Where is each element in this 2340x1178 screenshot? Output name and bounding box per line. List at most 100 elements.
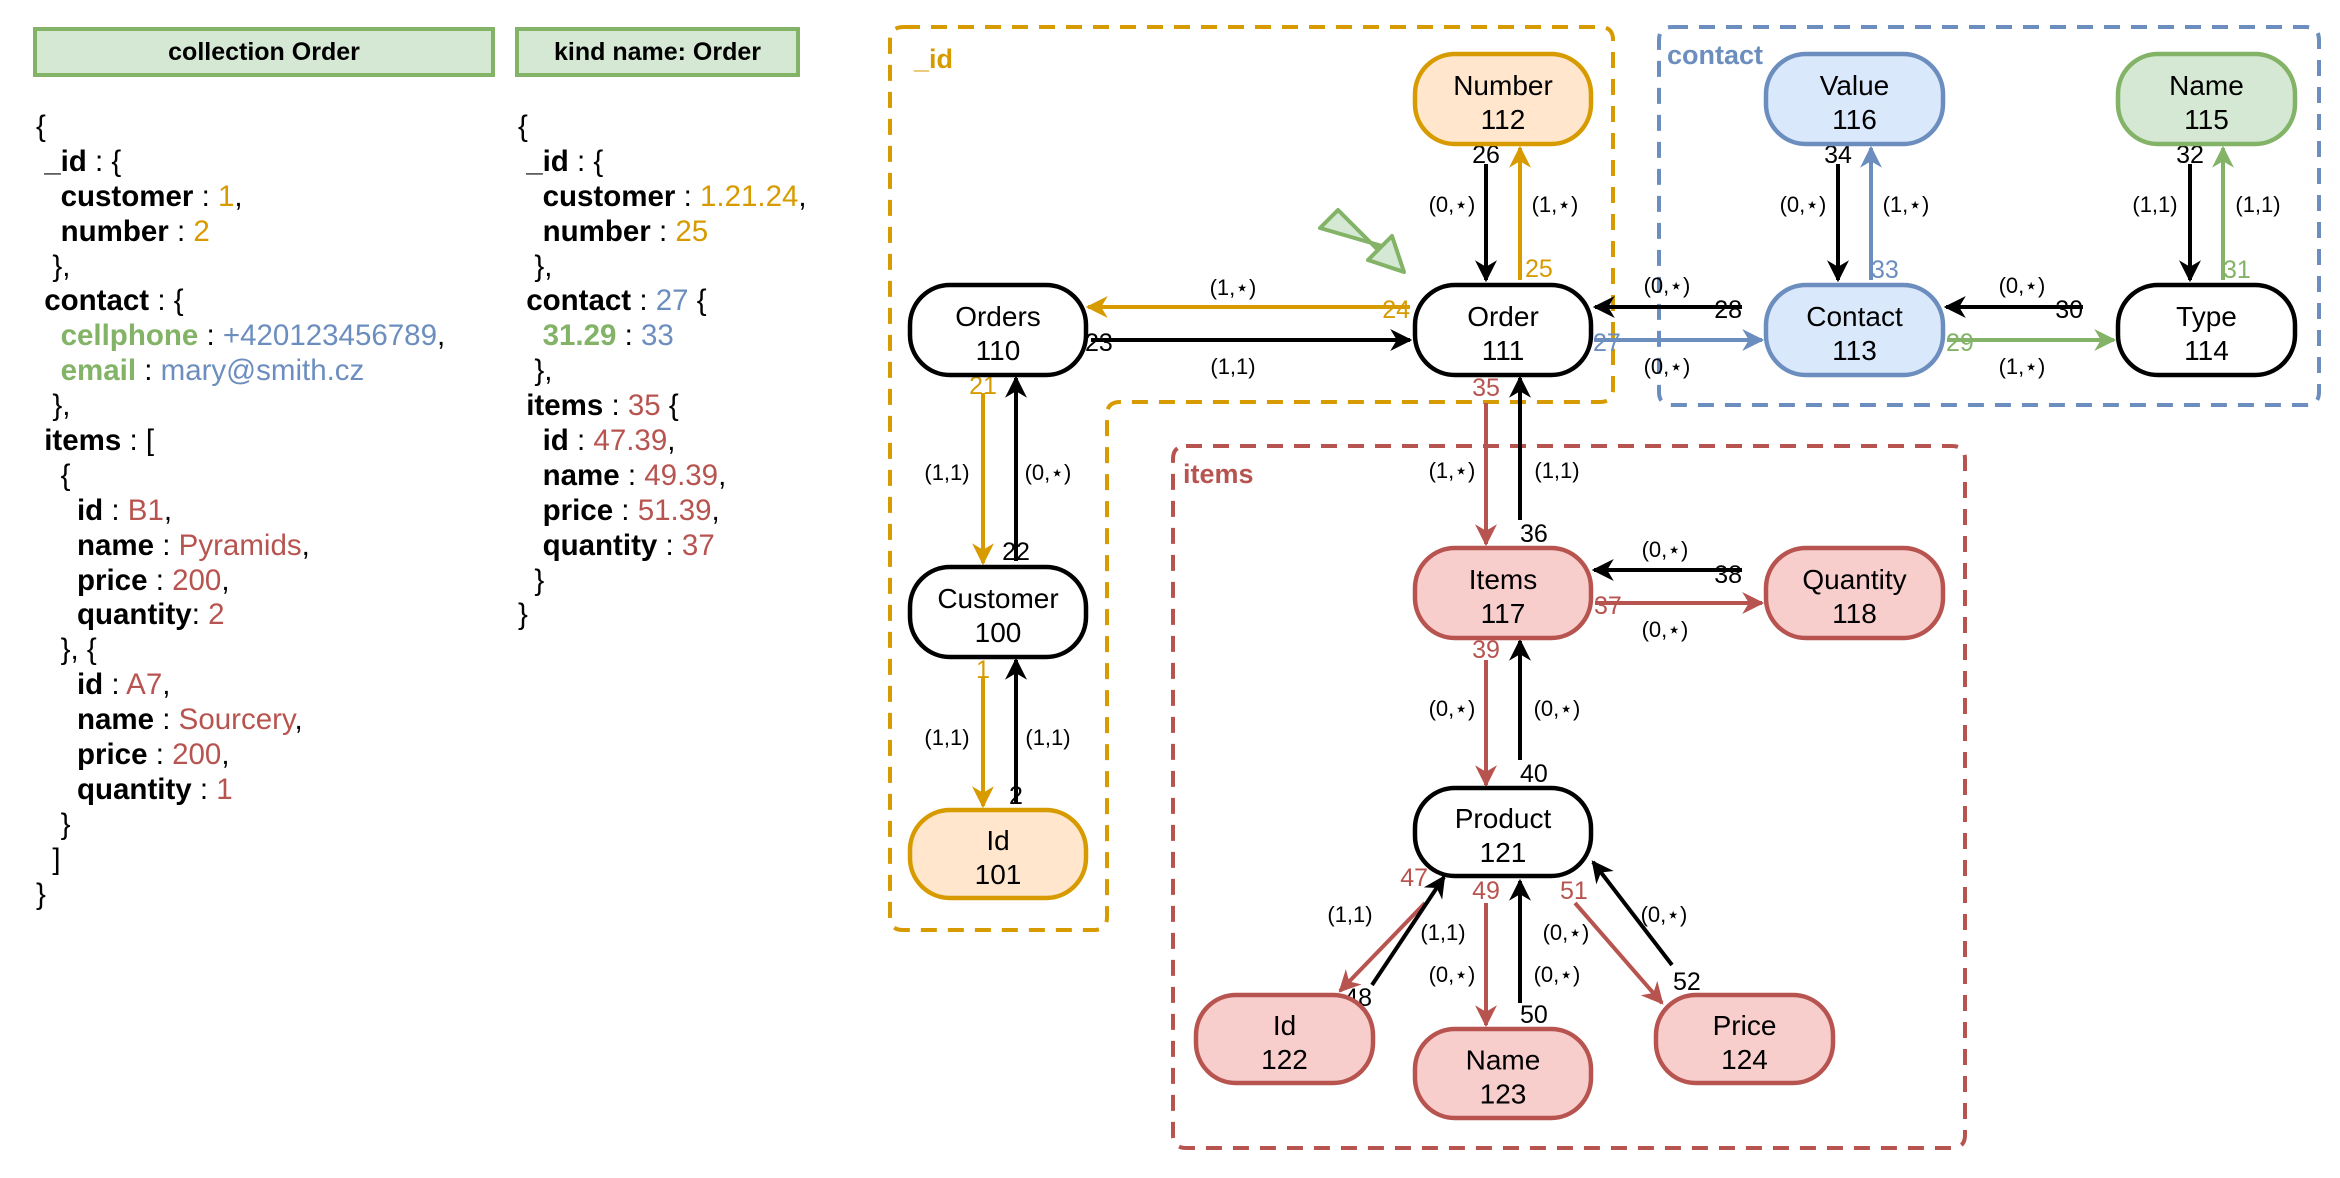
edge-cardinality: (0,⋆) — [1429, 696, 1476, 721]
edge-cardinality: (0,⋆) — [1534, 696, 1581, 721]
node-name115[interactable]: Name115 — [2115, 51, 2298, 147]
node-number: 124 — [1721, 1044, 1768, 1075]
edge-cardinality: (1,1) — [1534, 458, 1579, 483]
edge-id-label: 25 — [1525, 255, 1553, 283]
node-number: 116 — [1832, 104, 1877, 135]
nodes-layer: Orders110Order111Number112Customer100Id1… — [907, 51, 2298, 1121]
edge-cardinality: (0,⋆) — [1025, 460, 1072, 485]
node-items[interactable]: Items117 — [1412, 545, 1594, 641]
node-type[interactable]: Type114 — [2115, 282, 2298, 378]
node-value[interactable]: Value116 — [1763, 51, 1946, 147]
edge-cardinality: (0,⋆) — [1999, 273, 2046, 298]
edge-quantity-to-items: 38 (0,⋆) — [1591, 537, 1742, 589]
node-number: 111 — [1482, 335, 1525, 366]
node-id101[interactable]: Id101 — [907, 807, 1089, 901]
node-contact[interactable]: Contact113 — [1763, 282, 1946, 378]
edge-cardinality: (1,⋆) — [1210, 275, 1257, 300]
id-frame-label: _id — [913, 44, 953, 74]
edge-name115-to-type: 32(1,1) — [2132, 141, 2204, 283]
node-number[interactable]: Number112 — [1412, 51, 1594, 147]
edge-id-label: 30 — [2055, 296, 2083, 324]
node-order[interactable]: Order111 — [1412, 282, 1594, 378]
edge-contact-to-type: 29 (1,⋆) — [1946, 329, 2117, 379]
contact-frame-label: contact — [1667, 40, 1763, 70]
edge-cardinality: (0,⋆) — [1642, 617, 1689, 642]
node-name: Id — [986, 825, 1009, 856]
node-number: 113 — [1832, 335, 1877, 366]
edge-value-to-contact: 34(0,⋆) — [1780, 141, 1852, 283]
edge-cardinality: (0,⋆) — [1780, 192, 1827, 217]
edge-cardinality: (0,⋆) — [1543, 920, 1590, 945]
edge-id-label: 52 — [1673, 968, 1701, 996]
node-name: Price — [1713, 1010, 1777, 1041]
edge-type-to-name115: 31 (1,1) — [2212, 145, 2281, 284]
node-name: Type — [2176, 301, 2237, 332]
pointer-layer — [1318, 208, 1406, 274]
edge-id-label: 28 — [1714, 296, 1742, 324]
edge-cardinality: (0,⋆) — [1644, 354, 1691, 379]
node-name: Number — [1453, 70, 1553, 101]
edge-cardinality: (1,⋆) — [1999, 354, 2046, 379]
edge-id-label: 27 — [1593, 329, 1621, 357]
edge-items-to-product: 39(0,⋆) — [1429, 636, 1500, 788]
edge-cardinality: (1,⋆) — [1429, 458, 1476, 483]
edge-cardinality: (1,1) — [1025, 725, 1070, 750]
edge-cardinality: (1,1) — [2235, 192, 2280, 217]
node-orders[interactable]: Orders110 — [907, 282, 1089, 378]
edge-id101-to-customer: 2 (1,1) — [1005, 657, 1071, 810]
node-name: Quantity — [1802, 564, 1906, 595]
node-quantity[interactable]: Quantity118 — [1763, 545, 1946, 641]
node-number: 117 — [1481, 598, 1526, 629]
edge-cardinality: (1,⋆) — [1883, 192, 1930, 217]
node-name: Order — [1467, 301, 1539, 332]
edge-orders-to-order: 23 (1,1) — [1085, 329, 1413, 379]
edge-cardinality: (1,1) — [1210, 354, 1255, 379]
edge-id-label: 49 — [1472, 877, 1500, 905]
node-price124[interactable]: Price124 — [1653, 992, 1836, 1086]
edge-id-label: 1 — [976, 656, 990, 684]
edge-id-label: 50 — [1520, 1001, 1548, 1029]
edge-cardinality: (1,1) — [1420, 920, 1465, 945]
node-number: 121 — [1480, 837, 1527, 868]
edge-customer-to-id101: 1 (1,1) — [924, 656, 994, 809]
edge-order-to-number: 25 (1,⋆) — [1509, 145, 1578, 283]
edge-cardinality: (0,⋆) — [1644, 273, 1691, 298]
node-name: Customer — [937, 583, 1058, 614]
node-name: Items — [1469, 564, 1537, 595]
node-number: 114 — [2184, 335, 2229, 366]
edge-id-label: 33 — [1871, 256, 1899, 284]
node-name: Value — [1820, 70, 1890, 101]
edge-id-label: 47 — [1400, 864, 1428, 892]
edge-cardinality: (0,⋆) — [1641, 902, 1688, 927]
edge-id-label: 38 — [1714, 561, 1742, 589]
edge-customer-to-orders: 22 (0,⋆) — [1002, 375, 1072, 566]
node-id122[interactable]: Id122 — [1193, 992, 1376, 1086]
edge-id-label: 40 — [1520, 760, 1548, 788]
items-frame-label: items — [1183, 459, 1254, 489]
node-number: 100 — [975, 617, 1022, 648]
edge-number-to-order: 26(0,⋆) — [1429, 141, 1500, 283]
edge-id-label: 2 — [1009, 782, 1023, 810]
edge-id-label: 37 — [1594, 592, 1622, 620]
edge-id-label: 51 — [1560, 877, 1588, 905]
node-number: 101 — [975, 859, 1022, 890]
edge-product-to-id122: 47 (1,1) — [1327, 864, 1428, 993]
node-number: 115 — [2184, 104, 2229, 135]
node-product[interactable]: Product121 — [1412, 785, 1594, 879]
edge-orders-to-customer: 21(1,1) — [924, 372, 997, 566]
edge-price124-to-product: 52 (0,⋆) — [1591, 860, 1701, 996]
node-name: Orders — [955, 301, 1041, 332]
node-customer[interactable]: Customer100 — [907, 564, 1089, 660]
node-number: 112 — [1481, 104, 1526, 135]
edge-id-label: 31 — [2223, 256, 2251, 284]
edge-contact-to-order: 28 (0,⋆) — [1592, 273, 1742, 324]
node-number: 118 — [1832, 598, 1877, 629]
edges-layer: 24(1,⋆)23(1,1)26(0,⋆)25(1,⋆)21(1,1)22(0,… — [924, 141, 2280, 1029]
node-name: Id — [1273, 1010, 1296, 1041]
edge-order-to-orders: 24 (1,⋆) — [1085, 275, 1410, 324]
edge-id-label: 23 — [1085, 329, 1113, 357]
node-name123[interactable]: Name123 — [1412, 1026, 1594, 1121]
edge-id-label: 36 — [1520, 520, 1548, 548]
edge-id122-to-product: 48(1,1) — [1344, 875, 1466, 1012]
green-arrow-icon — [1318, 208, 1406, 274]
